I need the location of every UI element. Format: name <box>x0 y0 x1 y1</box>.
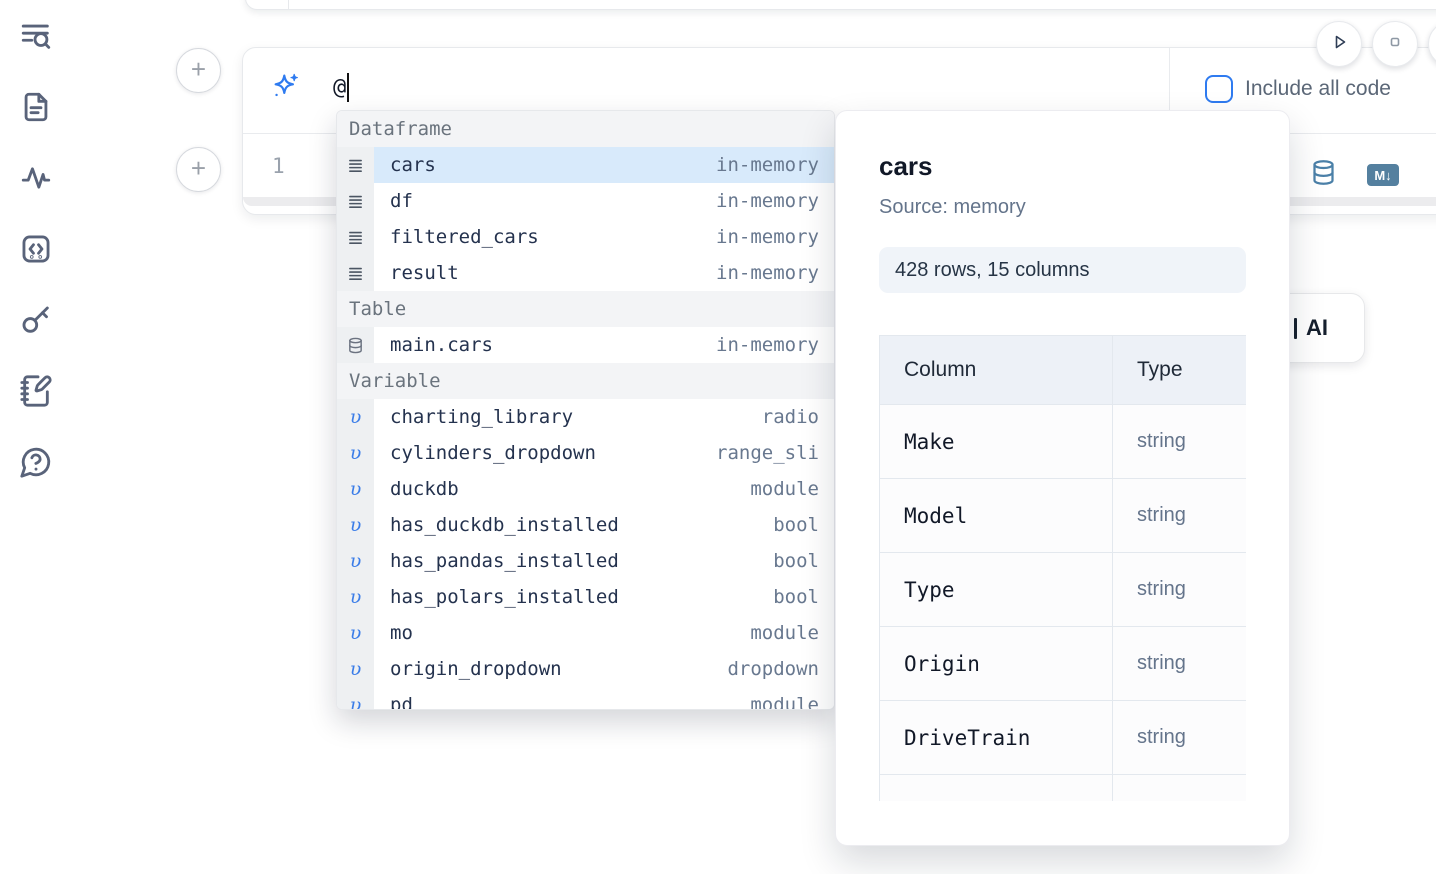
ai-sparkle-icon <box>271 72 300 101</box>
markdown-icon[interactable]: M↓ <box>1367 164 1399 186</box>
prompt-value: @ <box>333 75 346 100</box>
code-icon <box>19 232 53 271</box>
variable-icon: υ <box>350 586 362 608</box>
variable-icon: υ <box>350 514 362 536</box>
sidebar-item-toc-search[interactable] <box>18 20 54 56</box>
notebook-pen-icon <box>19 374 53 413</box>
sidebar-item-activity[interactable] <box>18 162 54 198</box>
database-icon <box>347 337 364 354</box>
include-all-code-label: Include all code <box>1245 77 1391 101</box>
autocomplete-item-cylinders_dropdown[interactable]: υ cylinders_dropdown range_sli <box>337 435 834 471</box>
autocomplete-section-header: Table <box>337 291 834 327</box>
previous-cell-remnant <box>245 0 1436 10</box>
dataframe-preview-card: cars Source: memory 428 rows, 15 columns… <box>835 110 1290 846</box>
variable-icon: υ <box>350 658 362 680</box>
autocomplete-item-cars[interactable]: cars in-memory <box>337 147 834 183</box>
autocomplete-item-duckdb[interactable]: υ duckdb module <box>337 471 834 507</box>
text-caret <box>347 73 349 102</box>
autocomplete-item-pd[interactable]: υ pd module <box>337 687 834 710</box>
preview-type-header: Type <box>1113 336 1247 405</box>
plus-icon: + <box>191 155 206 181</box>
autocomplete-item-has_pandas_installed[interactable]: υ has_pandas_installed bool <box>337 543 834 579</box>
add-cell-button-top[interactable]: + <box>176 48 221 93</box>
autocomplete-item-filtered_cars[interactable]: filtered_cars in-memory <box>337 219 834 255</box>
preview-table-wrap: Column Type Make string Model string Typ… <box>879 335 1246 801</box>
autocomplete-section-header: Dataframe <box>337 111 834 147</box>
clipped-glyph <box>1294 318 1297 339</box>
notebook-page: + + @ Include all code 1 <box>0 0 1436 874</box>
sidebar-item-snippets[interactable] <box>18 233 54 269</box>
variable-icon: υ <box>350 550 362 572</box>
variable-icon: υ <box>350 442 362 464</box>
autocomplete-item-has_polars_installed[interactable]: υ has_polars_installed bool <box>337 579 834 615</box>
sidebar <box>18 20 58 517</box>
autocomplete-item-has_duckdb_installed[interactable]: υ has_duckdb_installed bool <box>337 507 834 543</box>
autocomplete-item-df[interactable]: df in-memory <box>337 183 834 219</box>
preview-table-row: Origin string <box>880 627 1247 701</box>
run-all-button[interactable] <box>1316 21 1362 67</box>
play-icon <box>1327 30 1351 59</box>
autocomplete-popup: Dataframe cars in-memory df in-memory fi… <box>336 110 835 710</box>
activity-icon <box>19 161 53 200</box>
line-number: 1 <box>272 154 285 178</box>
preview-table-row: Make string <box>880 405 1247 479</box>
ai-prompt-input[interactable]: @ <box>333 70 349 104</box>
preview-title: cars <box>879 151 1246 182</box>
key-icon <box>19 303 53 342</box>
variable-icon: υ <box>350 478 362 500</box>
autocomplete-section-header: Variable <box>337 363 834 399</box>
list-search-icon <box>19 19 53 58</box>
sidebar-item-help[interactable] <box>18 446 54 482</box>
ai-button-label: AI <box>1306 315 1328 341</box>
variable-icon: υ <box>350 694 362 710</box>
autocomplete-item-main.cars[interactable]: main.cars in-memory <box>337 327 834 363</box>
autocomplete-item-result[interactable]: result in-memory <box>337 255 834 291</box>
preview-source: Source: memory <box>879 196 1246 219</box>
dataframe-icon <box>347 265 364 282</box>
preview-col-header: Column <box>880 336 1113 405</box>
include-all-code-checkbox[interactable] <box>1205 75 1233 103</box>
preview-table-row: Type string <box>880 553 1247 627</box>
variable-icon: υ <box>350 406 362 428</box>
cell-toolbar: M↓ <box>1310 159 1399 191</box>
autocomplete-item-origin_dropdown[interactable]: υ origin_dropdown dropdown <box>337 651 834 687</box>
plus-icon: + <box>191 56 206 82</box>
dataframe-icon <box>347 193 364 210</box>
autocomplete-item-charting_library[interactable]: υ charting_library radio <box>337 399 834 435</box>
preview-shape-badge: 428 rows, 15 columns <box>879 247 1246 293</box>
preview-table-row: Model string <box>880 479 1247 553</box>
preview-table: Column Type Make string Model string Typ… <box>879 335 1246 801</box>
help-circle-icon <box>19 445 53 484</box>
database-icon[interactable] <box>1310 159 1337 191</box>
variable-icon: υ <box>350 622 362 644</box>
add-cell-button-bottom[interactable]: + <box>176 147 221 192</box>
sidebar-item-keys[interactable] <box>18 304 54 340</box>
sidebar-item-scratchpad[interactable] <box>18 375 54 411</box>
dataframe-icon <box>347 157 364 174</box>
dataframe-icon <box>347 229 364 246</box>
file-icon <box>19 90 53 129</box>
autocomplete-item-mo[interactable]: υ mo module <box>337 615 834 651</box>
stop-button[interactable] <box>1372 21 1418 67</box>
preview-table-row: DriveTrain string <box>880 701 1247 775</box>
cell-gutter-divider <box>288 0 289 9</box>
preview-table-row <box>880 775 1247 802</box>
stop-icon <box>1383 30 1407 59</box>
sidebar-item-files[interactable] <box>18 91 54 127</box>
include-all-code-toggle[interactable]: Include all code <box>1205 75 1391 103</box>
